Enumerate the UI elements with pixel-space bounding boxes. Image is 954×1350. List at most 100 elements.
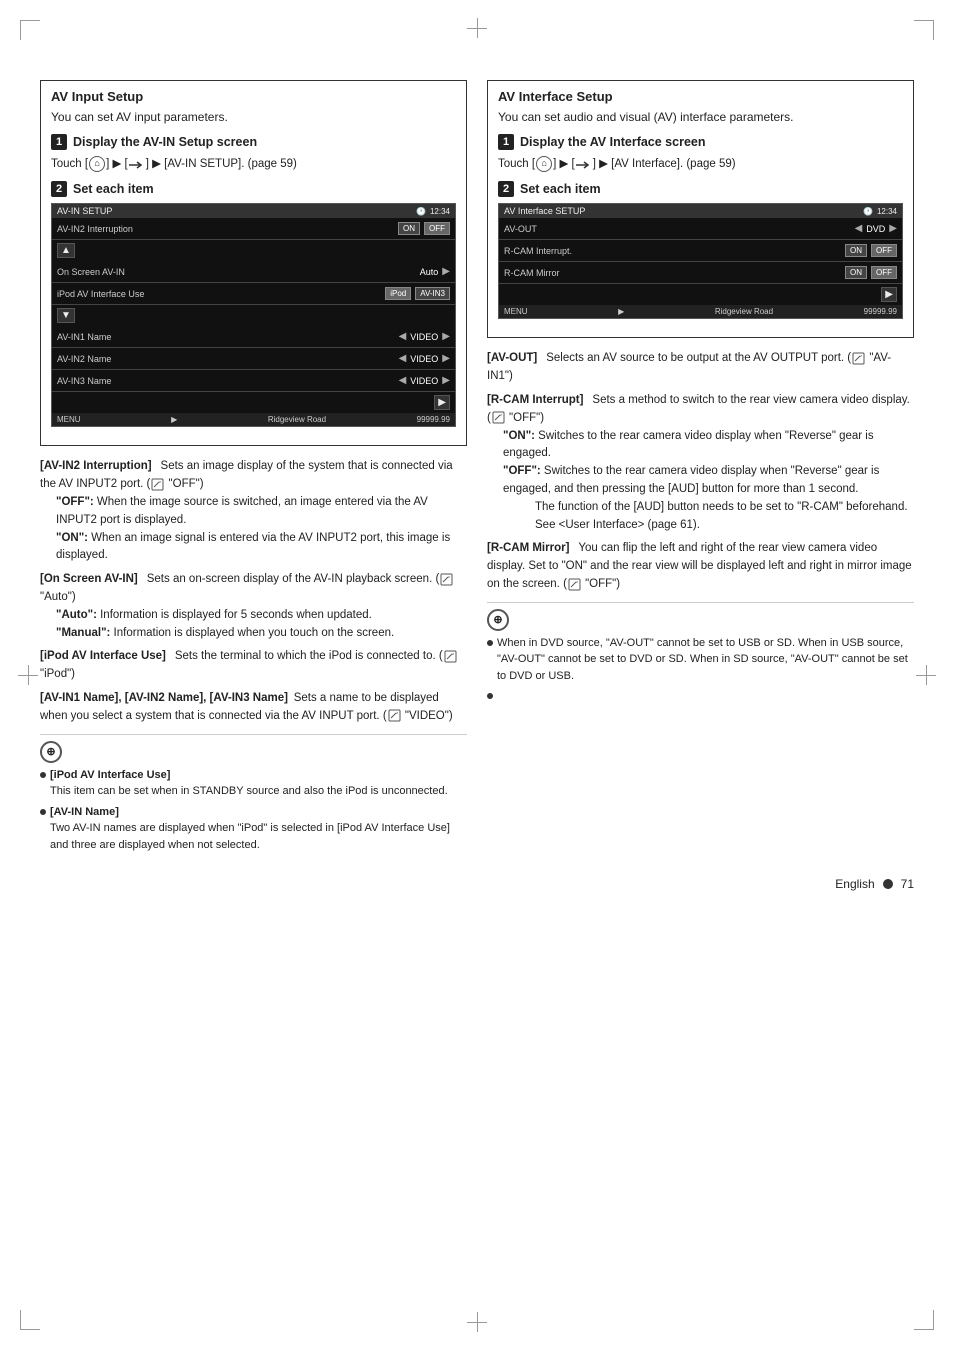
- off-btn-rcam-mirror[interactable]: OFF: [871, 266, 897, 279]
- screen-row-avin2-name: AV-IN2 Name ◀ VIDEO ▶: [52, 348, 455, 370]
- rcam-mirror-value: ON OFF: [845, 266, 897, 279]
- bullet-1-right: [487, 640, 493, 646]
- av-interface-setup-title: AV Interface Setup: [498, 89, 903, 104]
- avin2-name-label: AV-IN2 Name: [57, 354, 399, 364]
- term-avout: [AV-OUT]: [487, 352, 537, 364]
- step2-num-left: 2: [51, 181, 67, 197]
- sub-auto: "Auto": Information is displayed for 5 s…: [40, 607, 467, 625]
- avout-value: ◀ DVD ▶: [855, 223, 897, 234]
- avin2-arrow-right[interactable]: ▶: [442, 353, 450, 364]
- desc-rcam-interrupt: [R-CAM Interrupt] Sets a method to switc…: [487, 392, 914, 535]
- screen-footer-left: MENU ▶ Ridgeview Road 99999.99: [52, 413, 455, 426]
- mileage-right: 99999.99: [864, 307, 897, 316]
- sub-manual: "Manual": Information is displayed when …: [40, 625, 467, 643]
- step1-label-left: Display the AV-IN Setup screen: [73, 135, 257, 149]
- step1-label-right: Display the AV Interface screen: [520, 135, 706, 149]
- screen-status-left: 🕐 12:34: [416, 207, 450, 216]
- desc-avin-names: [AV-IN1 Name], [AV-IN2 Name], [AV-IN3 Na…: [40, 690, 467, 726]
- page-number: 71: [901, 877, 914, 891]
- nav-up-left[interactable]: ▲: [57, 243, 75, 258]
- avin3-name-value: ◀ VIDEO ▶: [399, 375, 450, 386]
- step2-label-left: Set each item: [73, 182, 154, 196]
- term-ipod-av: [iPod AV Interface Use]: [40, 650, 166, 662]
- avin2-arrow-left[interactable]: ◀: [399, 353, 407, 364]
- avout-arrow-right[interactable]: ▶: [889, 223, 897, 234]
- step2-header-right: 2 Set each item: [498, 181, 903, 197]
- on-btn-avin2[interactable]: ON: [398, 222, 420, 235]
- notes-right: ⊕ When in DVD source, "AV-OUT" cannot be…: [487, 602, 914, 700]
- screen-title-left: AV-IN SETUP: [57, 206, 112, 216]
- edit-icon-1: [151, 478, 164, 491]
- avout-label: AV-OUT: [504, 224, 855, 234]
- term-rcam-interrupt: [R-CAM Interrupt]: [487, 394, 583, 406]
- av-interface-setup-screen: AV Interface SETUP 🕐 12:34 AV-OUT ◀ DVD …: [498, 203, 903, 319]
- term-avin-names: [AV-IN1 Name], [AV-IN2 Name], [AV-IN3 Na…: [40, 692, 288, 704]
- bullet-2-right: [487, 693, 493, 699]
- off-btn-rcam[interactable]: OFF: [871, 244, 897, 257]
- av-input-setup-title: AV Input Setup: [51, 89, 456, 104]
- nav-down-left[interactable]: ▼: [57, 308, 75, 323]
- ipod-btn[interactable]: iPod: [385, 287, 411, 300]
- sub-rcam-off: "OFF": Switches to the rear camera video…: [487, 463, 914, 534]
- time-left: 12:34: [430, 207, 450, 216]
- avin3-btn[interactable]: AV-IN3: [415, 287, 450, 300]
- left-column: AV Input Setup You can set AV input para…: [40, 80, 467, 857]
- note-icon-right: ⊕: [487, 609, 509, 631]
- corner-tr: [914, 20, 934, 40]
- desc-avout: [AV-OUT] Selects an AV source to be outp…: [487, 350, 914, 386]
- onscreen-arrow[interactable]: ▶: [442, 266, 450, 277]
- edit-icon-2: [440, 573, 453, 586]
- screen-row-ipod: iPod AV Interface Use iPod AV-IN3: [52, 283, 455, 305]
- arrow-icon-right: [576, 159, 592, 169]
- avin1-arrow-left[interactable]: ◀: [399, 331, 407, 342]
- note-2-right: [487, 688, 914, 699]
- term-manual: "Manual":: [56, 627, 110, 639]
- on-btn-rcam[interactable]: ON: [845, 244, 867, 257]
- onscreen-label: On Screen AV-IN: [57, 267, 420, 277]
- menu-label-left: MENU: [57, 415, 81, 424]
- avin1-name-label: AV-IN1 Name: [57, 332, 399, 342]
- avin3-arrow-right[interactable]: ▶: [442, 375, 450, 386]
- screen-row-avin1-name: AV-IN1 Name ◀ VIDEO ▶: [52, 326, 455, 348]
- term-rcam-off: "OFF":: [503, 465, 541, 477]
- sub-rcam-on: "ON": Switches to the rear camera video …: [487, 428, 914, 464]
- nav-icon-left: ▶: [171, 415, 177, 424]
- nav-right-left[interactable]: ▶: [434, 395, 450, 410]
- cross-bottom: [467, 1312, 487, 1332]
- step1-header-right: 1 Display the AV Interface screen: [498, 134, 903, 150]
- note-title-1-left: [iPod AV Interface Use]: [50, 769, 170, 781]
- nav-right-right[interactable]: ▶: [881, 287, 897, 302]
- off-btn-avin2[interactable]: OFF: [424, 222, 450, 235]
- nav-arrow-row-left-2: ▼: [52, 305, 455, 326]
- nav-arrow-row-left-1: ▲: [52, 240, 455, 261]
- note-text-1-right: When in DVD source, "AV-OUT" cannot be s…: [497, 635, 914, 685]
- home-icon-left: ⌂: [89, 156, 105, 172]
- note-icon-left: ⊕: [40, 741, 62, 763]
- avout-arrow-left[interactable]: ◀: [855, 223, 863, 234]
- on-btn-rcam-mirror[interactable]: ON: [845, 266, 867, 279]
- arrow-icon-left: [129, 159, 145, 169]
- avin3-arrow-left[interactable]: ◀: [399, 375, 407, 386]
- term-on-avin2: "ON":: [56, 532, 88, 544]
- term-rcam-on: "ON":: [503, 430, 535, 442]
- notes-left: ⊕ [iPod AV Interface Use] This item can …: [40, 734, 467, 854]
- edit-icon-4: [388, 709, 401, 722]
- step1-header-left: 1 Display the AV-IN Setup screen: [51, 134, 456, 150]
- cross-left: [18, 665, 38, 685]
- av-interface-setup-section: AV Interface Setup You can set audio and…: [487, 80, 914, 338]
- screen-row-rcam-interrupt: R-CAM Interrupt. ON OFF: [499, 240, 902, 262]
- language-label: English: [835, 877, 874, 891]
- time-right: 12:34: [877, 207, 897, 216]
- step1-touch-left: Touch [⌂] ▶ [] ▶ [AV-IN SETUP]. (page 59…: [51, 156, 456, 173]
- right-descriptions: [AV-OUT] Selects an AV source to be outp…: [487, 350, 914, 594]
- note-1-right: When in DVD source, "AV-OUT" cannot be s…: [487, 635, 914, 685]
- mileage-left: 99999.99: [417, 415, 450, 424]
- av-input-setup-section: AV Input Setup You can set AV input para…: [40, 80, 467, 446]
- step2-header-left: 2 Set each item: [51, 181, 456, 197]
- home-icon-right: ⌂: [536, 156, 552, 172]
- bullet-2-left: [40, 809, 46, 815]
- menu-label-right: MENU: [504, 307, 528, 316]
- avin2-name-value: ◀ VIDEO ▶: [399, 353, 450, 364]
- avin1-arrow-right[interactable]: ▶: [442, 331, 450, 342]
- screen-title-right: AV Interface SETUP: [504, 206, 585, 216]
